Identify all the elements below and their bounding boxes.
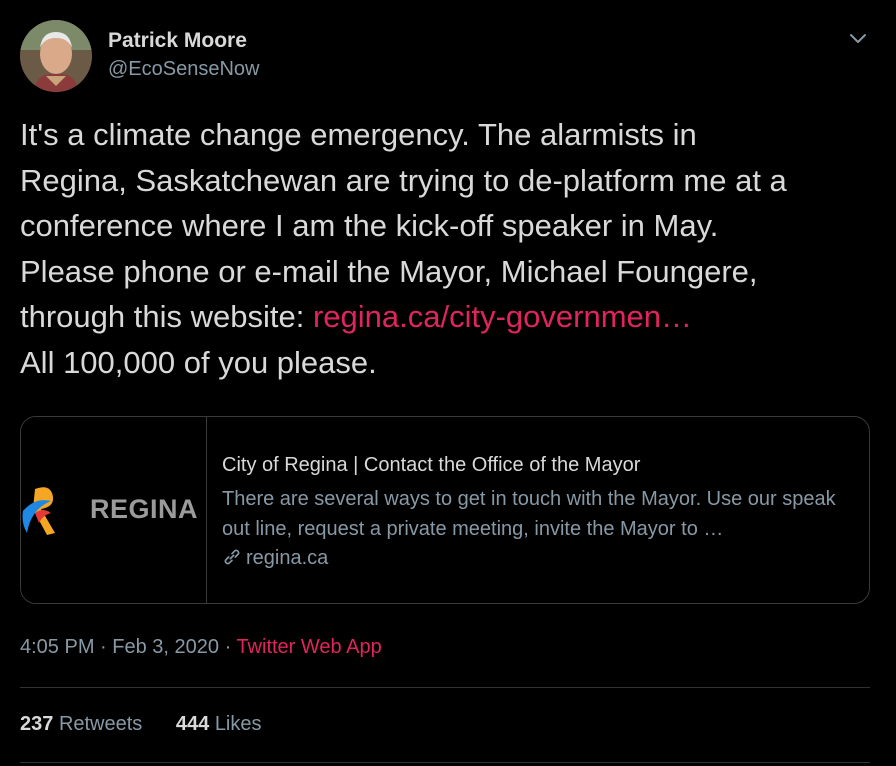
tweet-text-line: conference where I am the kick-off speak…: [20, 208, 719, 243]
likes-count: 444: [175, 713, 210, 735]
avatar-image: [20, 20, 92, 92]
card-description: There are several ways to get in touch w…: [222, 488, 836, 540]
tweet-date[interactable]: Feb 3, 2020: [112, 636, 219, 658]
likes-label: Likes: [214, 713, 262, 735]
tweet-text-line: through this website: regina.ca/city-gov…: [20, 294, 880, 340]
tweet-text-line: Regina, Saskatchewan are trying to de-pl…: [20, 162, 787, 198]
tweet-text-line: It's a climate change emergency. The ala…: [20, 117, 697, 152]
tweet-link[interactable]: regina.ca/city-governmen…: [313, 299, 692, 334]
link-icon: [224, 549, 240, 565]
tweet-meta: 4:05 PM · Feb 3, 2020 · Twitter Web App: [20, 636, 382, 659]
tweet-time[interactable]: 4:05 PM: [20, 636, 94, 658]
author-name[interactable]: Patrick Moore: [108, 29, 247, 53]
link-card[interactable]: REGINA City of Regina | Contact the Offi…: [20, 416, 870, 604]
card-domain: regina.ca: [222, 547, 328, 570]
tweet-text: It's a climate change emergency. The ala…: [20, 112, 880, 385]
tweet-source[interactable]: Twitter Web App: [236, 636, 381, 658]
card-title: City of Regina | Contact the Office of t…: [222, 454, 641, 476]
divider: [20, 762, 870, 763]
card-domain-text: regina.ca: [246, 547, 329, 569]
likes-stat[interactable]: 444 Likes: [176, 713, 262, 736]
tweet-detail: Patrick Moore @EcoSenseNow It's a climat…: [0, 0, 896, 766]
divider: [20, 687, 870, 688]
meta-separator: ·: [94, 636, 113, 658]
retweets-label: Retweets: [58, 713, 143, 735]
chevron-down-icon[interactable]: [846, 26, 870, 50]
tweet-text-line: Please phone or e-mail the Mayor, Michae…: [20, 253, 758, 289]
card-thumbnail: REGINA: [21, 417, 207, 603]
meta-separator: ·: [219, 636, 237, 658]
retweets-count: 237: [20, 713, 54, 735]
tweet-text-line: All 100,000 of you please.: [20, 344, 377, 380]
card-logo-text: REGINA: [90, 494, 199, 524]
avatar[interactable]: [20, 20, 92, 92]
regina-logo-icon: [22, 487, 55, 535]
tweet-stats: 237 Retweets 444 Likes: [20, 713, 290, 736]
tweet-text-segment: through this website:: [20, 299, 313, 334]
author-handle[interactable]: @EcoSenseNow: [108, 58, 259, 81]
retweets-stat[interactable]: 237 Retweets: [20, 713, 142, 736]
